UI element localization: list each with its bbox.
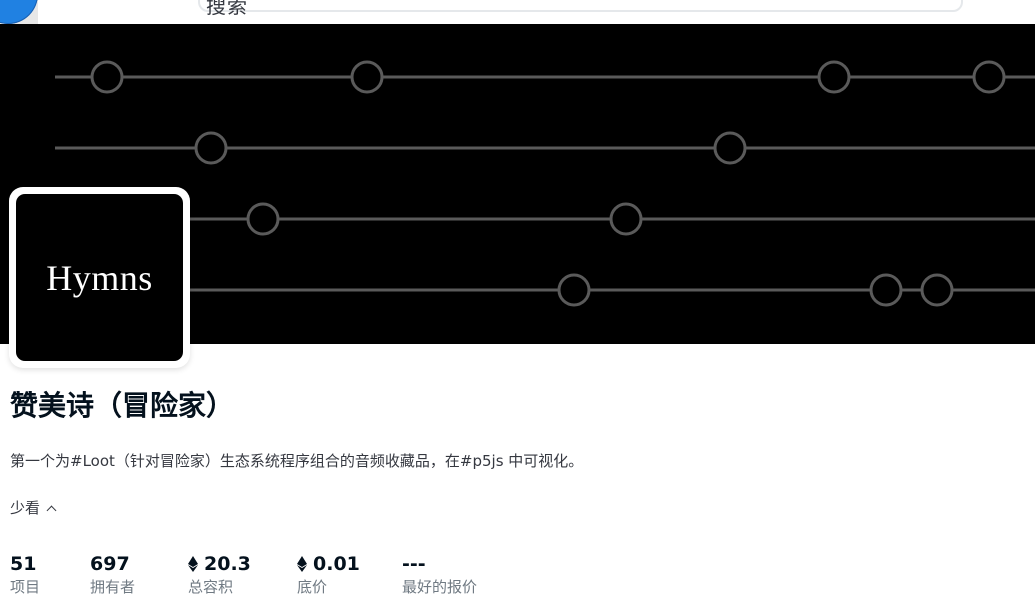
stat-items[interactable]: 51 项目 [10,551,40,597]
collection-avatar[interactable]: Hymns [9,187,190,368]
collection-page: 搜索 Hymns 赞美诗（冒险家） 第一个为#Loot（针对冒险家）生态系统程序… [0,0,1035,600]
stat-label: 底价 [297,578,328,596]
stat-value: 0.01 [297,551,360,577]
avatar-text: Hymns [46,257,153,298]
banner-note [869,273,903,307]
banner-note [350,60,384,94]
chevron-up-icon [46,505,57,515]
banner-note [609,202,643,236]
stat-value: 51 [10,553,37,575]
stat-owners[interactable]: 697 拥有者 [90,551,135,597]
stat-total-volume[interactable]: 20.3 总容积 [188,551,251,597]
stat-label: 总容积 [188,578,234,596]
banner-note [246,202,280,236]
banner-note [90,60,124,94]
collection-description: 第一个为#Loot（针对冒险家）生态系统程序组合的音频收藏品，在#p5js 中可… [10,452,584,470]
search-placeholder: 搜索 [206,0,248,18]
banner-note [817,60,851,94]
eth-icon [297,556,307,572]
banner-note [557,273,591,307]
stat-label: 项目 [10,578,41,596]
collection-title: 赞美诗（冒险家） [10,389,235,422]
banner-note [713,131,747,165]
stat-label: 拥有者 [90,578,136,596]
see-less-button[interactable]: 少看 [10,497,57,519]
stat-best-offer[interactable]: --- 最好的报价 [402,551,477,597]
see-less-label: 少看 [10,499,41,517]
banner-note [920,273,954,307]
top-navigation-bar: 搜索 [0,0,1035,24]
stat-value: 20.3 [188,551,251,577]
stat-value: 697 [90,553,130,575]
eth-icon [188,556,198,572]
search-input[interactable] [198,0,963,12]
avatar-image: Hymns [16,194,183,361]
banner-note [972,60,1006,94]
stat-value: --- [402,553,426,575]
stat-floor-price[interactable]: 0.01 底价 [297,551,360,597]
banner-note [194,131,228,165]
stat-label: 最好的报价 [402,578,478,596]
